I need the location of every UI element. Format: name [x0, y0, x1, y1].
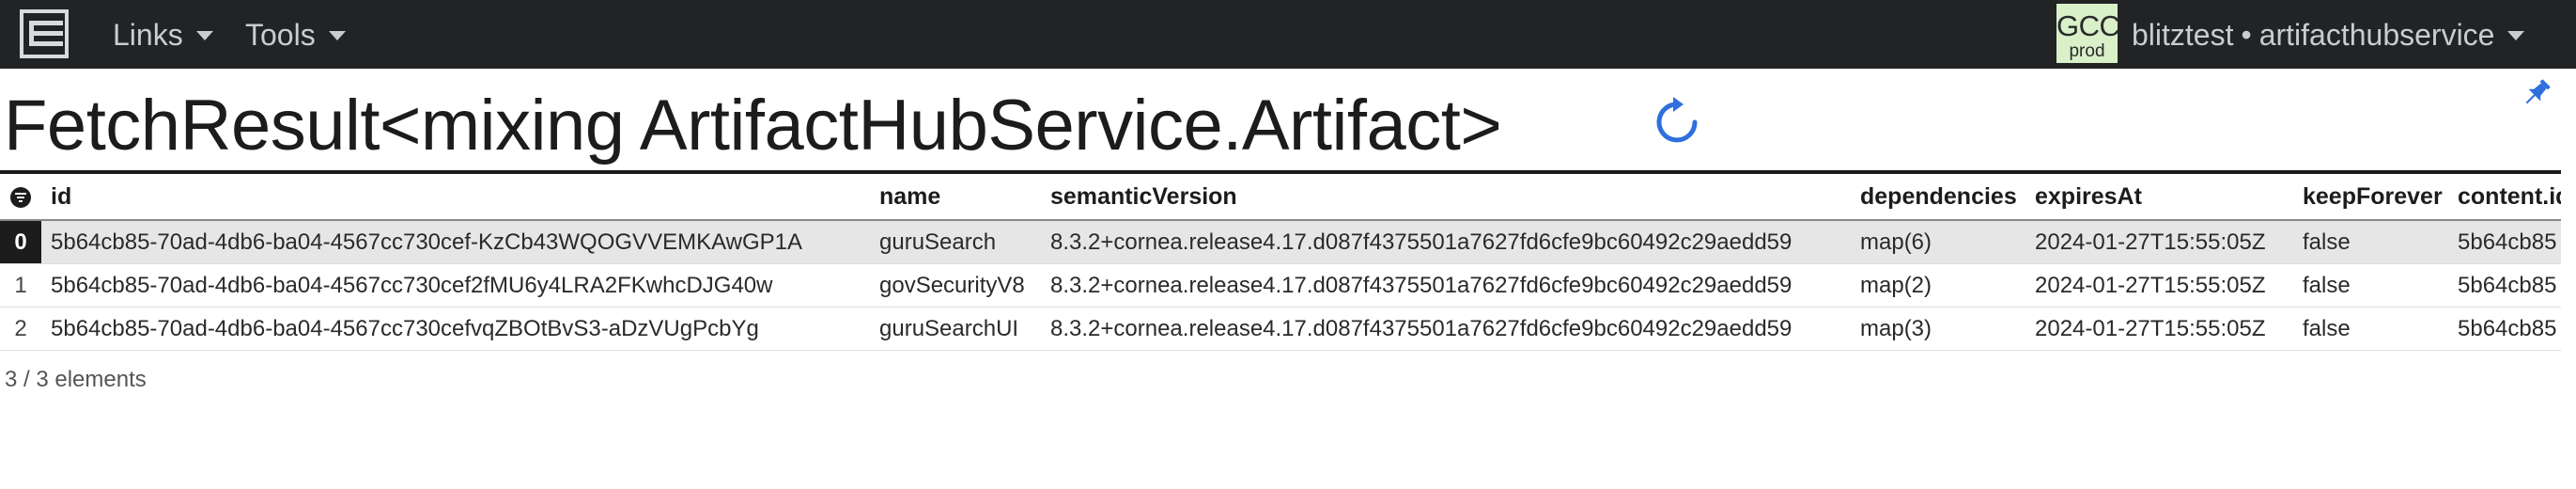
- element-count: 3 / 3 elements: [5, 367, 147, 392]
- row-index: 1: [0, 263, 41, 308]
- page-title: FetchResult<mixing ArtifactHubService.Ar…: [4, 86, 1502, 166]
- cell-keep-forever[interactable]: false: [2293, 307, 2448, 351]
- workspace-selector[interactable]: blitztest • artifacthubservice: [2132, 16, 2525, 54]
- cell-dependencies[interactable]: map(2): [1851, 263, 2025, 308]
- workspace-service: artifacthubservice: [2258, 17, 2495, 52]
- links-menu[interactable]: Links: [113, 16, 213, 54]
- environment-badge: GCC prod: [2056, 4, 2120, 63]
- pin-icon[interactable]: [2521, 77, 2553, 109]
- cell-name[interactable]: guruSearchUI: [870, 307, 1041, 351]
- cell-keep-forever[interactable]: false: [2293, 263, 2448, 308]
- stacked-brackets-logo-icon[interactable]: [19, 8, 70, 59]
- env-code: GCC: [2056, 9, 2120, 42]
- links-menu-label: Links: [113, 17, 183, 52]
- cell-semantic-version[interactable]: 8.3.2+cornea.release4.17.d087f4375501a76…: [1041, 307, 1851, 351]
- chevron-down-icon: [328, 31, 346, 40]
- column-header-expires-at[interactable]: expiresAt: [2025, 174, 2293, 221]
- row-index: 2: [0, 307, 41, 351]
- cell-dependencies[interactable]: map(6): [1851, 220, 2025, 264]
- column-header-id[interactable]: id: [41, 174, 870, 221]
- results-table-container: id name semanticVersion dependencies exp…: [0, 170, 2561, 353]
- cell-content-id[interactable]: 5b64cb85: [2448, 263, 2561, 308]
- cell-expires-at[interactable]: 2024-01-27T15:55:05Z: [2025, 263, 2293, 308]
- top-navbar: Links Tools GCC prod blitztest • artifac…: [0, 0, 2576, 69]
- workspace-user: blitztest: [2132, 17, 2234, 52]
- cell-expires-at[interactable]: 2024-01-27T15:55:05Z: [2025, 220, 2293, 264]
- filter-header-cell[interactable]: [0, 174, 41, 221]
- cell-id[interactable]: 5b64cb85-70ad-4db6-ba04-4567cc730cef2fMU…: [41, 263, 870, 308]
- column-header-dependencies[interactable]: dependencies: [1851, 174, 2025, 221]
- cell-name[interactable]: guruSearch: [870, 220, 1041, 264]
- column-header-content-id[interactable]: content.id: [2448, 174, 2561, 221]
- row-index: 0: [0, 220, 41, 264]
- workspace-separator: •: [2241, 17, 2252, 52]
- tools-menu[interactable]: Tools: [245, 16, 346, 54]
- column-header-keep-forever[interactable]: keepForever: [2293, 174, 2448, 221]
- refresh-icon[interactable]: [1653, 94, 1705, 150]
- results-table: id name semanticVersion dependencies exp…: [0, 174, 2561, 351]
- cell-id[interactable]: 5b64cb85-70ad-4db6-ba04-4567cc730cefvqZB…: [41, 307, 870, 351]
- cell-id[interactable]: 5b64cb85-70ad-4db6-ba04-4567cc730cef-KzC…: [41, 220, 870, 264]
- cell-semantic-version[interactable]: 8.3.2+cornea.release4.17.d087f4375501a76…: [1041, 263, 1851, 308]
- tools-menu-label: Tools: [245, 17, 316, 52]
- cell-dependencies[interactable]: map(3): [1851, 307, 2025, 351]
- cell-content-id[interactable]: 5b64cb85: [2448, 307, 2561, 351]
- filter-icon[interactable]: [9, 186, 32, 209]
- column-header-semantic-version[interactable]: semanticVersion: [1041, 174, 1851, 221]
- cell-semantic-version[interactable]: 8.3.2+cornea.release4.17.d087f4375501a76…: [1041, 220, 1851, 264]
- env-name: prod: [2069, 41, 2105, 61]
- chevron-down-icon: [2507, 31, 2525, 40]
- cell-content-id[interactable]: 5b64cb85: [2448, 220, 2561, 264]
- table-row[interactable]: 1 5b64cb85-70ad-4db6-ba04-4567cc730cef2f…: [0, 263, 2561, 308]
- cell-name[interactable]: govSecurityV8: [870, 263, 1041, 308]
- cell-keep-forever[interactable]: false: [2293, 220, 2448, 264]
- table-row[interactable]: 2 5b64cb85-70ad-4db6-ba04-4567cc730cefvq…: [0, 307, 2561, 351]
- table-row[interactable]: 0 5b64cb85-70ad-4db6-ba04-4567cc730cef-K…: [0, 220, 2561, 264]
- table-header-row: id name semanticVersion dependencies exp…: [0, 174, 2561, 221]
- column-header-name[interactable]: name: [870, 174, 1041, 221]
- chevron-down-icon: [195, 31, 213, 40]
- cell-expires-at[interactable]: 2024-01-27T15:55:05Z: [2025, 307, 2293, 351]
